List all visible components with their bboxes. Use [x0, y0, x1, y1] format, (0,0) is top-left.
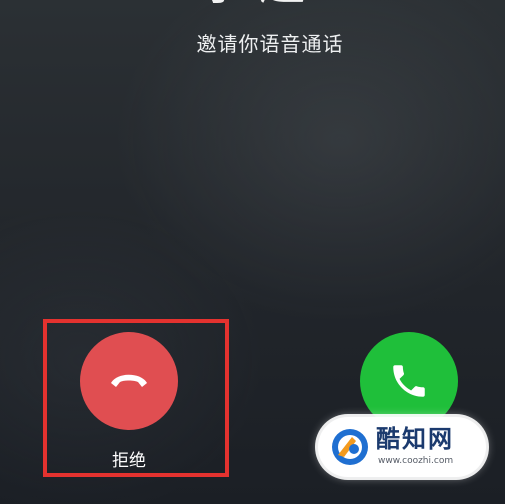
decline-button[interactable] — [80, 332, 178, 430]
coozhi-logo-icon — [332, 429, 368, 465]
caller-name: 小 趣 — [0, 0, 505, 12]
watermark-url: www.coozhi.com — [378, 456, 454, 466]
decline-label: 拒绝 — [112, 451, 146, 471]
watermark-title: 酷知网 — [376, 425, 454, 453]
hang-up-phone-icon — [111, 374, 147, 387]
watermark-badge: 酷知网 www.coozhi.com — [318, 417, 486, 477]
call-subtitle: 邀请你语音通话 — [196, 32, 344, 56]
phone-handset-icon — [393, 365, 425, 397]
accept-button[interactable] — [360, 332, 458, 430]
